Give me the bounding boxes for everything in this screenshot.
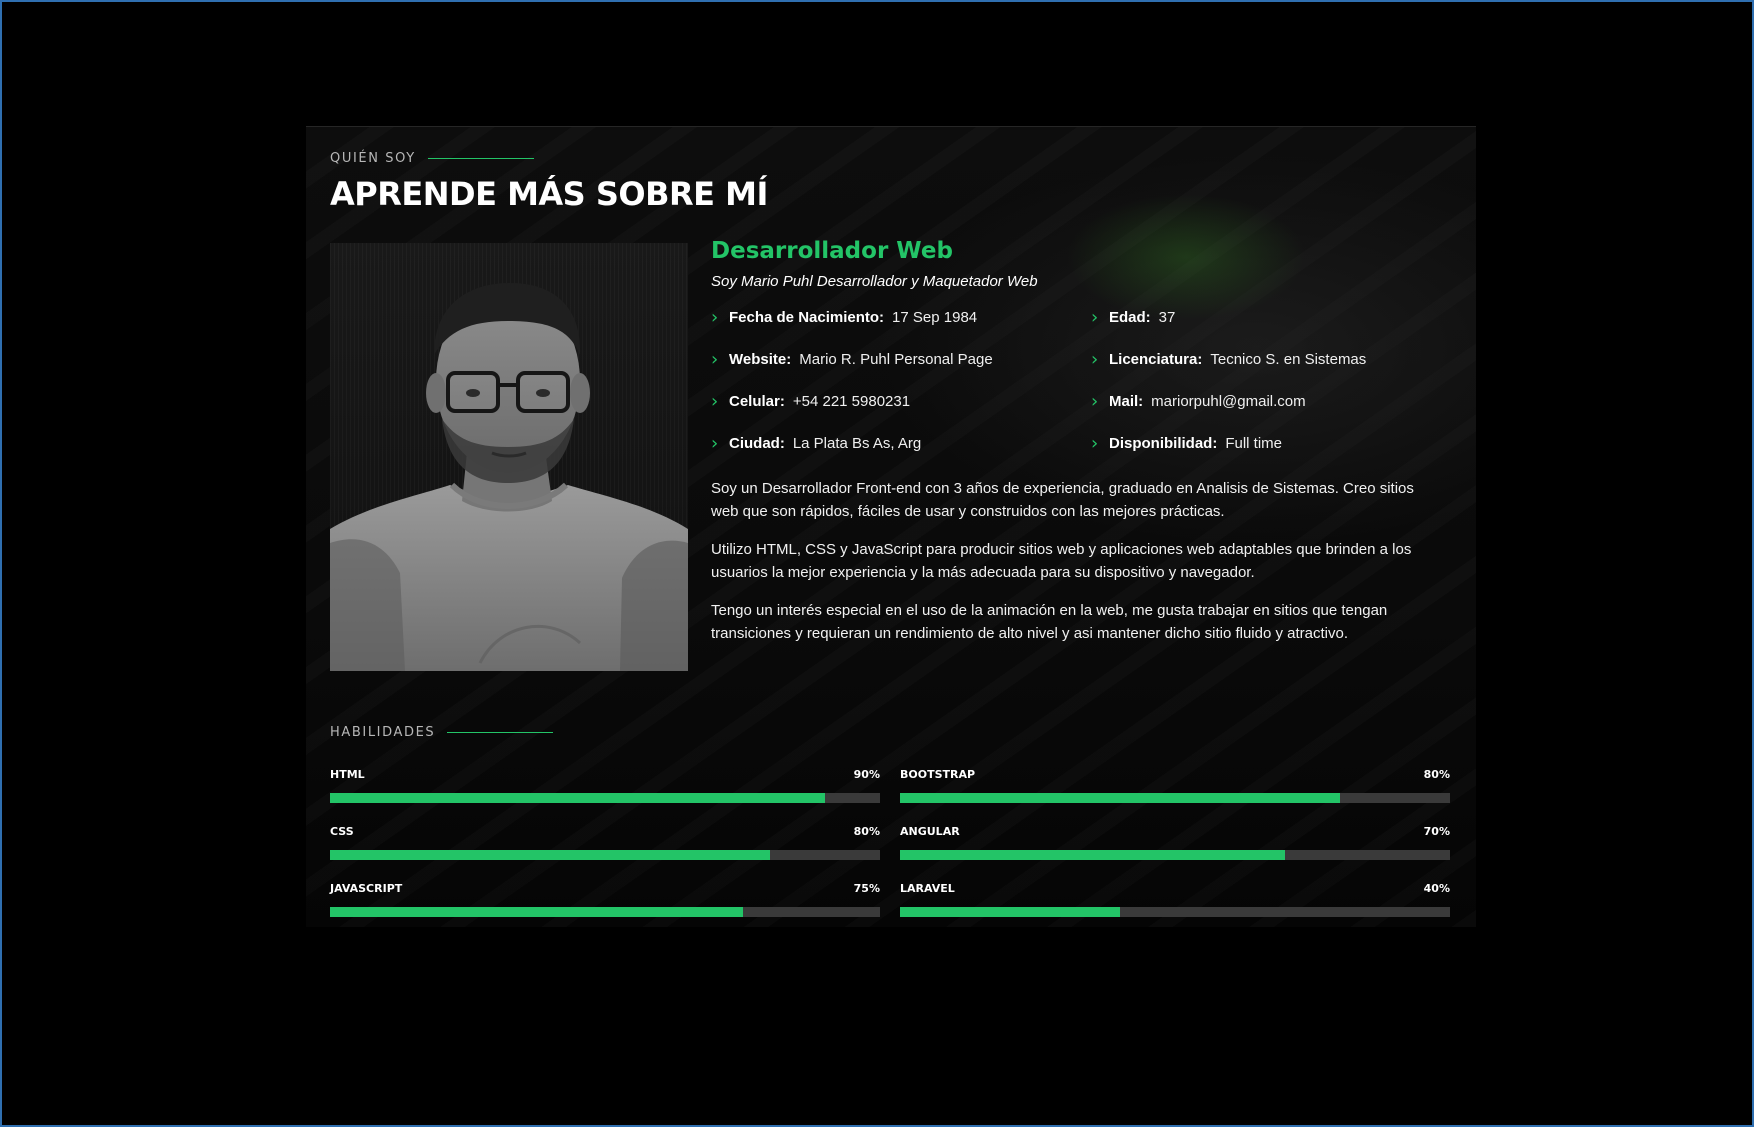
skill-css: CSS 80%	[330, 824, 880, 881]
profile-photo	[330, 243, 688, 671]
detail-label: Mail:	[1109, 393, 1144, 410]
progress-fill	[900, 907, 1120, 917]
detail-phone: › Celular: +54 221 5980231	[711, 393, 1091, 435]
skills-eyebrow: HABILIDADES	[330, 725, 554, 740]
skills-eyebrow-text: HABILIDADES	[330, 725, 436, 740]
chevron-right-icon: ›	[1091, 391, 1099, 412]
chevron-right-icon: ›	[1091, 307, 1099, 328]
eyebrow-divider	[427, 158, 534, 159]
skill-name: JAVASCRIPT	[330, 882, 403, 895]
about-eyebrow: QUIÉN SOY	[330, 151, 534, 166]
skill-bootstrap: BOOTSTRAP 80%	[900, 767, 1450, 824]
detail-value: Tecnico S. en Sistemas	[1210, 351, 1367, 368]
skill-percent: 90%	[853, 768, 880, 781]
skill-name: HTML	[330, 768, 365, 781]
bio-paragraph: Tengo un interés especial en el uso de l…	[711, 602, 1388, 642]
progress-track	[900, 793, 1450, 803]
detail-label: Ciudad:	[729, 435, 785, 452]
detail-label: Celular:	[729, 393, 785, 410]
skill-html: HTML 90%	[330, 767, 880, 824]
progress-track	[900, 850, 1450, 860]
details-grid: › Fecha de Nacimiento: 17 Sep 1984 › Eda…	[711, 309, 1451, 477]
detail-label: Disponibilidad:	[1109, 435, 1218, 452]
bio-paragraph: Utilizo HTML, CSS y JavaScript para prod…	[711, 541, 1412, 581]
skill-name: ANGULAR	[900, 825, 960, 838]
skill-percent: 70%	[1423, 825, 1450, 838]
portrait-image	[330, 283, 688, 671]
detail-city: › Ciudad: La Plata Bs As, Arg	[711, 435, 1091, 477]
skill-laravel: LARAVEL 40%	[900, 881, 1450, 938]
chevron-right-icon: ›	[711, 349, 719, 370]
page-title: APRENDE MÁS SOBRE MÍ	[330, 175, 768, 213]
detail-label: Licenciatura:	[1109, 351, 1203, 368]
detail-value: +54 221 5980231	[792, 393, 911, 410]
skill-name: LARAVEL	[900, 882, 955, 895]
chevron-right-icon: ›	[1091, 433, 1099, 454]
detail-value: 37	[1158, 309, 1176, 326]
skill-name: BOOTSTRAP	[900, 768, 976, 781]
skill-percent: 40%	[1423, 882, 1450, 895]
detail-birthdate: › Fecha de Nacimiento: 17 Sep 1984	[711, 309, 1091, 351]
detail-value: 17 Sep 1984	[892, 309, 978, 326]
eyebrow-divider	[447, 732, 554, 733]
chevron-right-icon: ›	[711, 391, 719, 412]
detail-value: Full time	[1225, 435, 1283, 452]
progress-fill	[330, 907, 743, 917]
progress-fill	[330, 793, 825, 803]
skill-name: CSS	[330, 825, 354, 838]
about-section: QUIÉN SOY APRENDE MÁS SOBRE MÍ Desarroll…	[306, 126, 1476, 927]
bio: Soy un Desarrollador Front-end con 3 año…	[711, 477, 1451, 645]
detail-degree: › Licenciatura: Tecnico S. en Sistemas	[1091, 351, 1451, 393]
progress-fill	[900, 793, 1340, 803]
tagline: Soy Mario Puhl Desarrollador y Maquetado…	[711, 273, 1038, 290]
role-title: Desarrollador Web	[711, 238, 953, 264]
detail-mail: › Mail: mariorpuhl@gmail.com	[1091, 393, 1451, 435]
detail-label: Website:	[729, 351, 792, 368]
progress-fill	[900, 850, 1285, 860]
chevron-right-icon: ›	[711, 433, 719, 454]
skill-percent: 75%	[853, 882, 880, 895]
website-link[interactable]: Mario R. Puhl Personal Page	[799, 351, 992, 369]
detail-availability: › Disponibilidad: Full time	[1091, 435, 1451, 477]
progress-track	[330, 793, 880, 803]
skills-grid: HTML 90% BOOTSTRAP 80% CSS 80% ANGULAR 7…	[330, 767, 1458, 938]
progress-fill	[330, 850, 770, 860]
about-eyebrow-text: QUIÉN SOY	[330, 151, 416, 166]
progress-track	[330, 907, 880, 917]
progress-track	[330, 850, 880, 860]
skill-javascript: JAVASCRIPT 75%	[330, 881, 880, 938]
bio-paragraph: Soy un Desarrollador Front-end con 3 año…	[711, 480, 1414, 520]
detail-label: Edad:	[1109, 309, 1151, 326]
skill-percent: 80%	[1423, 768, 1450, 781]
detail-value: La Plata Bs As, Arg	[792, 435, 922, 452]
progress-track	[900, 907, 1450, 917]
skill-angular: ANGULAR 70%	[900, 824, 1450, 881]
chevron-right-icon: ›	[711, 307, 719, 328]
chevron-right-icon: ›	[1091, 349, 1099, 370]
skill-percent: 80%	[853, 825, 880, 838]
detail-age: › Edad: 37	[1091, 309, 1451, 351]
detail-website: › Website: Mario R. Puhl Personal Page	[711, 351, 1091, 393]
detail-label: Fecha de Nacimiento:	[729, 309, 885, 326]
email-link[interactable]: mariorpuhl@gmail.com	[1151, 393, 1305, 411]
profile-info: Desarrollador Web Soy Mario Puhl Desarro…	[711, 234, 1451, 660]
